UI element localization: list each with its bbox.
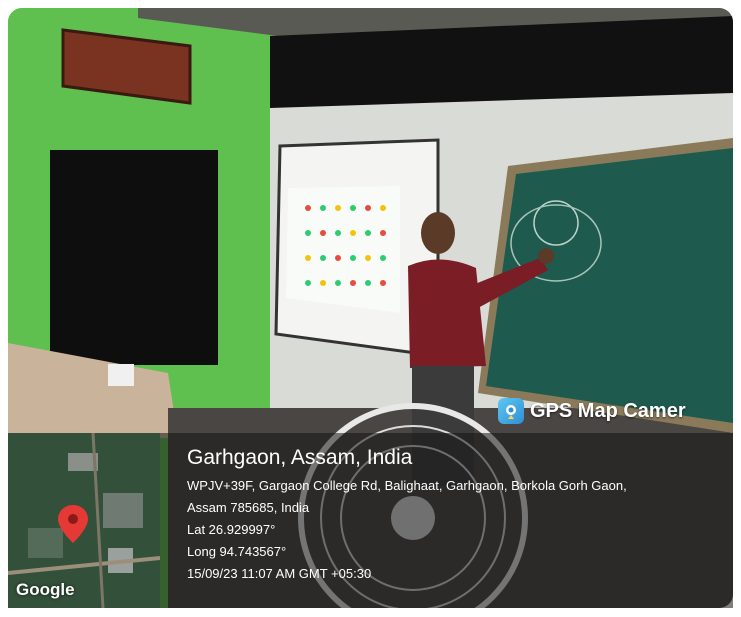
blackboard: [486, 148, 733, 423]
location-map-thumbnail[interactable]: Google: [8, 433, 160, 608]
longitude: Long 94.743567°: [187, 544, 287, 559]
gps-camera-icon: [498, 398, 524, 424]
address-line-1: WPJV+39F, Gargaon College Rd, Balighaat,…: [187, 478, 627, 493]
address-line-2: Assam 785685, India: [187, 500, 310, 515]
gps-badge-label: GPS Map Camer: [530, 399, 686, 422]
place-name: Garhgaon, Assam, India: [187, 446, 413, 469]
location-info: Garhgaon, Assam, India WPJV+39F, Gargaon…: [187, 445, 732, 585]
google-logo: Google: [16, 580, 75, 599]
window-curtain: [50, 150, 218, 365]
gps-map-camera-badge: GPS Map Camer: [498, 398, 686, 424]
device-on-desk: [108, 364, 134, 386]
latitude: Lat 26.929997°: [187, 522, 276, 537]
timestamp: 15/09/23 11:07 AM GMT +05:30: [187, 566, 372, 581]
